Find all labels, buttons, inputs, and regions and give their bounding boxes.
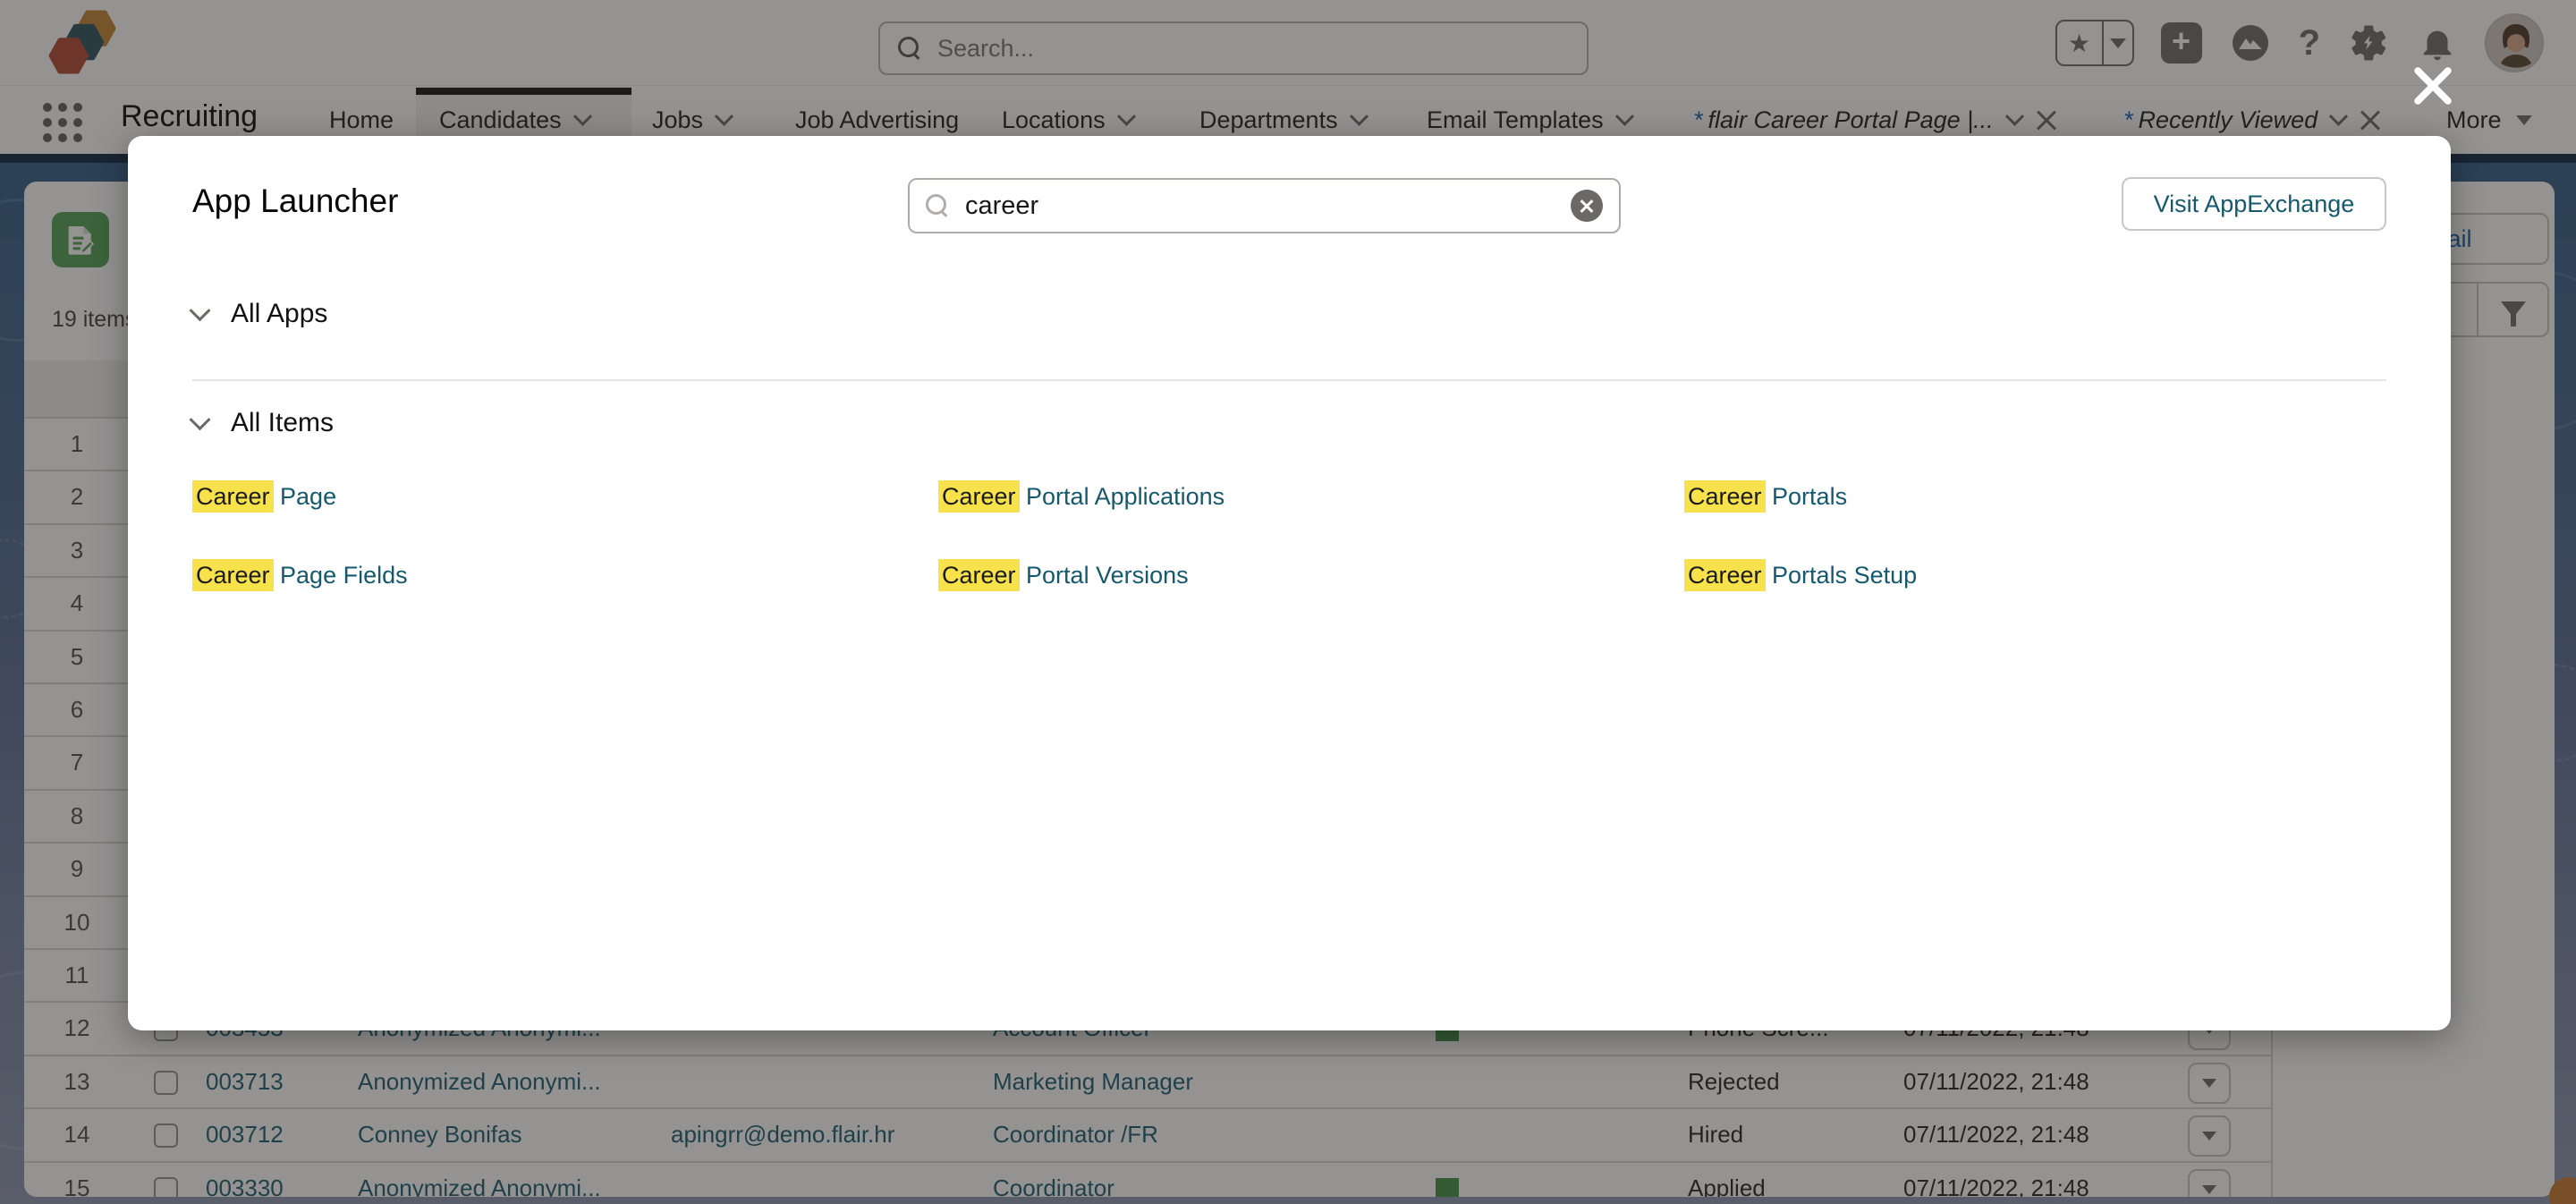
- app-launcher-search-input[interactable]: [963, 191, 1571, 222]
- item-career-page[interactable]: Career Page: [192, 483, 336, 511]
- item-career-portal-versions[interactable]: Career Portal Versions: [938, 562, 1189, 589]
- app-window: ★ + ?: [0, 0, 2576, 1204]
- section-all-items[interactable]: All Items: [192, 408, 334, 438]
- app-launcher-modal: App Launcher Visit AppExchange All Apps …: [128, 136, 2451, 1030]
- item-career-portal-applications[interactable]: Career Portal Applications: [938, 483, 1224, 511]
- clear-search-icon[interactable]: [1571, 190, 1603, 222]
- modal-close-icon[interactable]: [2413, 66, 2453, 106]
- modal-title: App Launcher: [192, 182, 398, 220]
- item-career-portals[interactable]: Career Portals: [1684, 483, 1847, 511]
- section-all-apps[interactable]: All Apps: [192, 299, 327, 329]
- item-career-portals-setup[interactable]: Career Portals Setup: [1684, 562, 1917, 589]
- chevron-down-icon[interactable]: [189, 300, 210, 321]
- section-divider: [192, 379, 2386, 381]
- app-launcher-search-box[interactable]: [908, 178, 1621, 233]
- visit-appexchange-button[interactable]: Visit AppExchange: [2122, 177, 2386, 231]
- chevron-down-icon[interactable]: [189, 409, 210, 430]
- item-career-page-fields[interactable]: Career Page Fields: [192, 562, 408, 589]
- search-icon: [926, 194, 949, 217]
